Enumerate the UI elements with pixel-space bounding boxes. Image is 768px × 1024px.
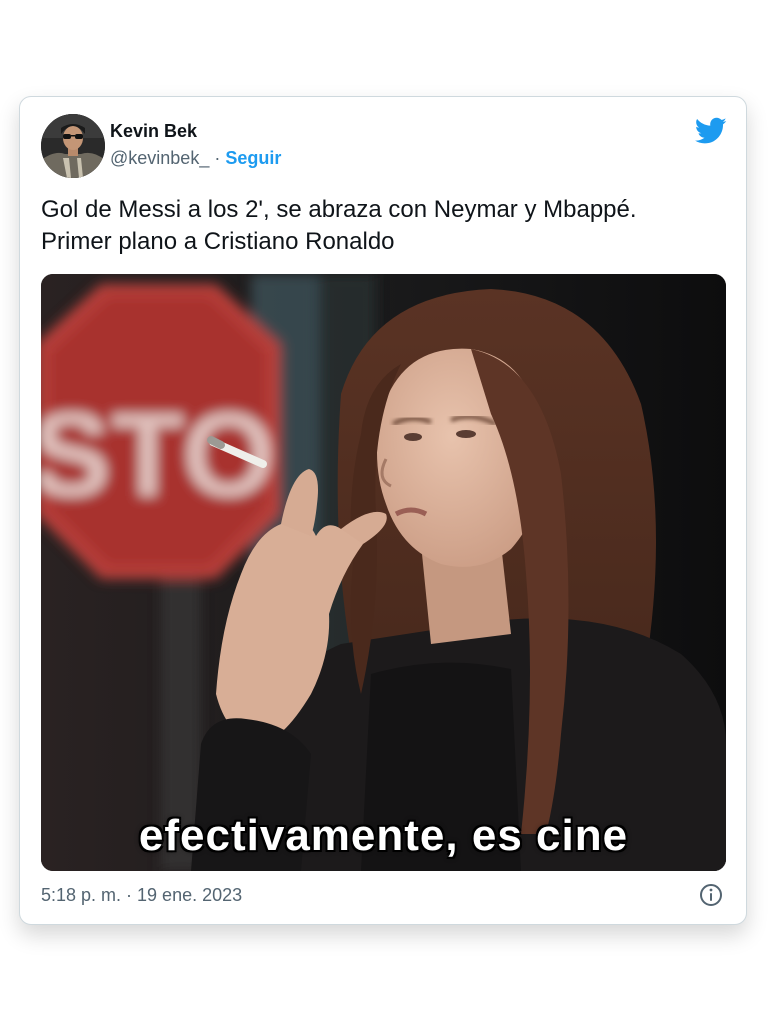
meme-caption: efectivamente, es cine	[138, 811, 629, 860]
author-display-name[interactable]: Kevin Bek	[110, 121, 197, 142]
tweet-text-line-1: Gol de Messi a los 2', se abraza con Ney…	[41, 196, 637, 223]
follow-button[interactable]: Seguir	[225, 148, 281, 168]
tweet-text-line-2: Primer plano a Cristiano Ronaldo	[41, 228, 395, 255]
tweet-text: Gol de Messi a los 2', se abraza con Ney…	[41, 194, 721, 258]
twitter-bird-icon[interactable]	[694, 117, 727, 145]
avatar[interactable]	[41, 114, 105, 178]
tweet-media-image[interactable]: STO efectivamente, es cine	[41, 274, 726, 871]
tweet-card: Kevin Bek @kevinbek_ · Seguir Gol de Mes…	[19, 96, 747, 925]
author-handle-row: @kevinbek_ · Seguir	[110, 148, 281, 169]
info-icon[interactable]	[699, 883, 723, 907]
separator-dot: ·	[214, 148, 221, 168]
tweet-timestamp[interactable]: 5:18 p. m. · 19 ene. 2023	[41, 885, 242, 906]
author-handle[interactable]: @kevinbek_	[110, 148, 209, 168]
